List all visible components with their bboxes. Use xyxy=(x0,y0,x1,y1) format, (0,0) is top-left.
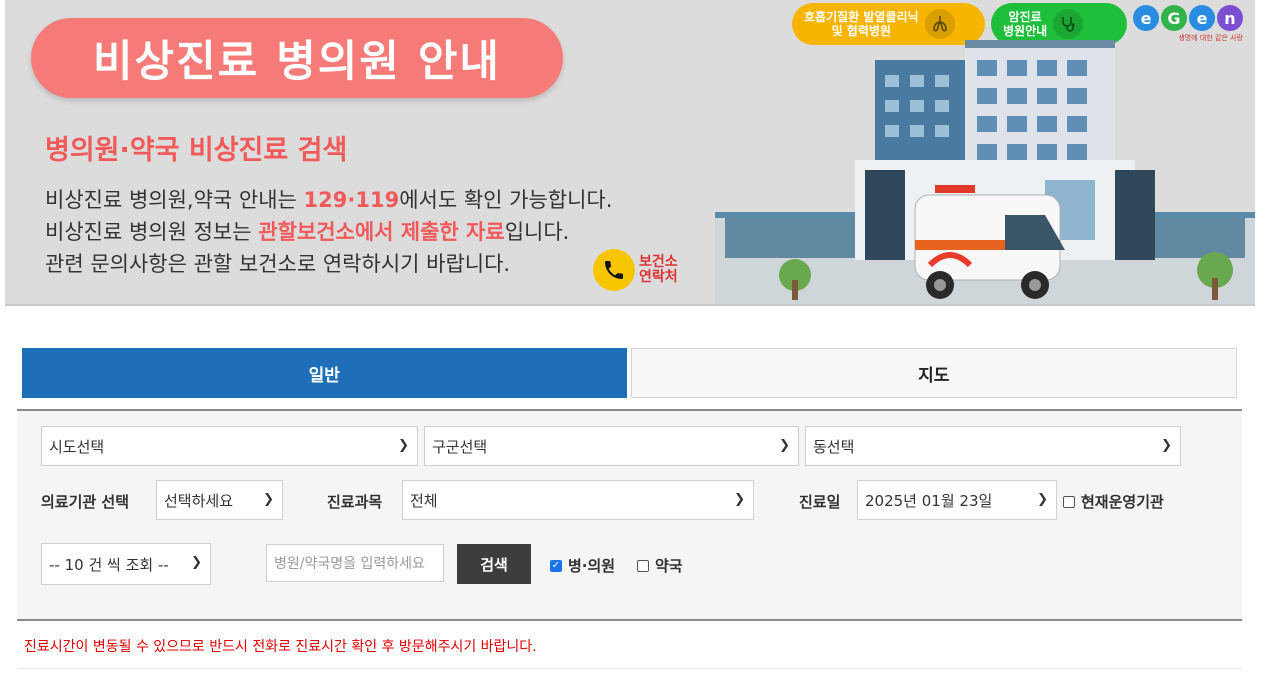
top-badges: 호흡기질환 발열클리닉 및 협력병원 암진료 병원안내 e G e n 생명에 … xyxy=(792,3,1243,45)
banner-subtitle: 병의원·약국 비상진료 검색 xyxy=(45,135,348,166)
info-line-1-post: 에서도 확인 가능합니다. xyxy=(399,188,613,212)
info-line-2-pre: 비상진료 병의원 정보는 xyxy=(45,220,259,244)
department-select[interactable]: 전체 ❯ xyxy=(402,480,754,520)
cancer-hospital-label-line2: 병원안내 xyxy=(1003,24,1048,38)
search-button[interactable]: 검색 xyxy=(457,544,531,584)
visit-notice: 진료시간이 변동될 수 있으므로 반드시 전화로 진료시간 확인 후 방문해주시… xyxy=(24,639,537,655)
banner-title: 비상진료 병의원 안내 xyxy=(31,18,563,98)
divider xyxy=(17,668,1242,669)
info-line-1: 비상진료 병의원,약국 안내는 129·119에서도 확인 가능합니다. xyxy=(45,184,612,214)
info-line-2-post: 입니다. xyxy=(504,220,570,244)
search-panel: 시도선택 ❯ 구군선택 ❯ 동선택 ❯ 의료기관 선택 선택하세요 ❯ 진료과목… xyxy=(17,409,1242,621)
operating-now-label: 현재운영기관 xyxy=(1081,493,1164,511)
info-line-2-highlight: 관할보건소에서 제출한 자료 xyxy=(258,220,505,244)
sido-select[interactable]: 시도선택 ❯ xyxy=(41,426,418,466)
gugun-select-value: 구군선택 xyxy=(432,437,488,456)
contact-label-line1: 보건소 xyxy=(639,254,678,270)
lungs-icon xyxy=(924,9,955,39)
phone-icon xyxy=(593,249,635,291)
chevron-down-icon: ❯ xyxy=(1037,492,1048,507)
cancer-hospital-button[interactable]: 암진료 병원안내 xyxy=(991,3,1127,45)
fever-clinic-label-line1: 호흡기질환 발열클리닉 xyxy=(804,10,919,24)
department-label: 진료과목 xyxy=(327,493,383,511)
chevron-down-icon: ❯ xyxy=(191,555,202,570)
cancer-hospital-label: 암진료 병원안내 xyxy=(1003,10,1047,38)
department-select-value: 전체 xyxy=(410,491,438,510)
egen-letters: e G e n xyxy=(1133,5,1243,31)
egen-letter-e: e xyxy=(1133,5,1159,31)
egen-letter-g: G xyxy=(1161,5,1187,31)
chevron-down-icon: ❯ xyxy=(779,438,790,453)
pharmacy-checkbox-box[interactable] xyxy=(637,559,649,572)
date-select[interactable]: 2025년 01월 23일 ❯ xyxy=(857,480,1057,520)
contact-label: 보건소 연락처 xyxy=(639,255,678,285)
date-select-value: 2025년 01월 23일 xyxy=(865,491,993,510)
operating-now-box[interactable] xyxy=(1063,495,1075,508)
banner: 비상진료 병의원 안내 병의원·약국 비상진료 검색 비상진료 병의원,약국 안… xyxy=(5,0,1255,306)
sido-select-value: 시도선택 xyxy=(49,437,105,456)
dong-select-value: 동선택 xyxy=(813,437,855,456)
contact-label-line2: 연락처 xyxy=(639,269,678,285)
hospital-checkbox[interactable]: ✓ 병·의원 xyxy=(550,555,615,576)
egen-letter-e2: e xyxy=(1189,5,1215,31)
stethoscope-icon xyxy=(1053,9,1084,39)
facility-select-value: 선택하세요 xyxy=(164,491,234,510)
search-input[interactable]: 병원/약국명을 입력하세요 xyxy=(266,544,444,582)
tab-map[interactable]: 지도 xyxy=(630,348,1237,398)
facility-select[interactable]: 선택하세요 ❯ xyxy=(156,480,283,520)
fever-clinic-label: 호흡기질환 발열클리닉 및 협력병원 xyxy=(804,10,919,38)
info-line-1-highlight: 129·119 xyxy=(303,188,400,212)
fever-clinic-label-line2: 및 협력병원 xyxy=(831,24,891,38)
info-line-1-pre: 비상진료 병의원,약국 안내는 xyxy=(45,188,304,212)
hospital-checkbox-box[interactable]: ✓ xyxy=(550,559,562,572)
dong-select[interactable]: 동선택 ❯ xyxy=(805,426,1181,466)
info-line-2: 비상진료 병의원 정보는 관할보건소에서 제출한 자료입니다. xyxy=(45,216,569,246)
hospital-ambulance-illustration xyxy=(715,40,1255,304)
cancer-hospital-label-line1: 암진료 xyxy=(1008,10,1042,24)
chevron-down-icon: ❯ xyxy=(1161,438,1172,453)
egen-logo[interactable]: e G e n 생명에 대한 같은 사랑 xyxy=(1133,5,1243,43)
fever-clinic-button[interactable]: 호흡기질환 발열클리닉 및 협력병원 xyxy=(792,3,985,45)
info-line-3: 관련 문의사항은 관할 보건소로 연락하시기 바랍니다. xyxy=(45,252,511,276)
chevron-down-icon: ❯ xyxy=(398,438,409,453)
pharmacy-checkbox-label: 약국 xyxy=(655,557,683,575)
page-size-select[interactable]: -- 10 건 씩 조회 -- ❯ xyxy=(41,543,211,585)
egen-letter-n: n xyxy=(1217,5,1243,31)
chevron-down-icon: ❯ xyxy=(263,492,274,507)
gugun-select[interactable]: 구군선택 ❯ xyxy=(424,426,799,466)
date-label: 진료일 xyxy=(799,493,841,511)
facility-label: 의료기관 선택 xyxy=(41,493,130,511)
chevron-down-icon: ❯ xyxy=(734,492,745,507)
operating-now-checkbox[interactable]: 현재운영기관 xyxy=(1063,491,1164,512)
tab-general[interactable]: 일반 xyxy=(22,348,627,398)
health-center-contact-button[interactable]: 보건소 연락처 xyxy=(593,249,678,291)
hospital-checkbox-label: 병·의원 xyxy=(568,557,616,575)
search-mode-tabs: 일반 지도 xyxy=(22,348,1237,398)
pharmacy-checkbox[interactable]: 약국 xyxy=(637,555,683,576)
page-size-select-value: -- 10 건 씩 조회 -- xyxy=(49,555,169,574)
